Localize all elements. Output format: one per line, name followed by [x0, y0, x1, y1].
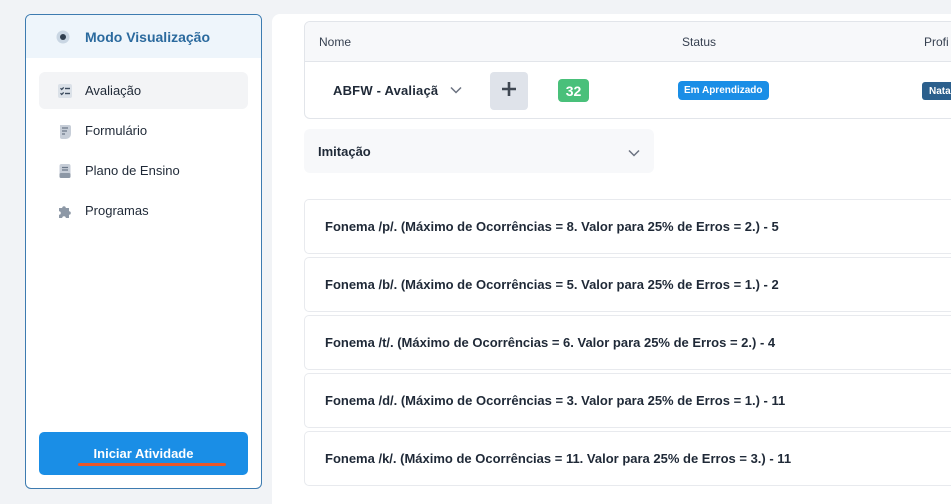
section-title: Imitação: [318, 143, 371, 159]
program-table: Nome Status Profi ABFW - Avaliaçã 32 Em …: [304, 21, 951, 119]
view-mode-title: Modo Visualização: [85, 28, 210, 45]
list-item[interactable]: Fonema /p/. (Máximo de Ocorrências = 8. …: [304, 199, 951, 254]
list-item[interactable]: Fonema /k/. (Máximo de Ocorrências = 11.…: [304, 431, 951, 486]
list-item[interactable]: Fonema /t/. (Máximo de Ocorrências = 6. …: [304, 315, 951, 370]
sidebar-item-formulario[interactable]: Formulário: [39, 112, 248, 149]
list-item-text: Fonema /b/. (Máximo de Ocorrências = 5. …: [325, 277, 779, 292]
form-icon: [56, 122, 74, 140]
list-item-text: Fonema /p/. (Máximo de Ocorrências = 8. …: [325, 219, 779, 234]
focus-underline: [78, 463, 226, 466]
puzzle-icon: [56, 202, 74, 220]
sidebar-item-label: Plano de Ensino: [85, 163, 180, 178]
table-header: Nome Status Profi: [305, 22, 951, 62]
start-activity-button[interactable]: Iniciar Atividade: [39, 432, 248, 475]
column-header-nome: Nome: [319, 35, 352, 49]
table-row: ABFW - Avaliaçã 32 Em Aprendizado Nata: [305, 62, 951, 118]
list-item[interactable]: Fonema /b/. (Máximo de Ocorrências = 5. …: [304, 257, 951, 312]
program-select[interactable]: ABFW - Avaliaçã: [333, 81, 462, 99]
view-mode-header[interactable]: Modo Visualização: [26, 15, 261, 58]
chevron-down-icon: [450, 81, 462, 99]
proficiency-badge: Nata: [922, 82, 951, 100]
sidebar-item-label: Formulário: [85, 123, 148, 138]
sidebar-item-programas[interactable]: Programas: [39, 192, 248, 229]
program-select-value: ABFW - Avaliaçã: [333, 82, 439, 98]
sidebar-item-label: Programas: [85, 203, 149, 218]
count-badge: 32: [558, 79, 589, 102]
phoneme-list: Fonema /p/. (Máximo de Ocorrências = 8. …: [304, 199, 951, 489]
sidebar-item-plano-de-ensino[interactable]: Plano de Ensino: [39, 152, 248, 189]
list-item-text: Fonema /d/. (Máximo de Ocorrências = 3. …: [325, 393, 786, 408]
document-icon: [56, 162, 74, 180]
sidebar-item-avaliacao[interactable]: Avaliação: [39, 72, 248, 109]
plus-icon: [501, 81, 517, 102]
section-accordion-imitacao[interactable]: Imitação: [304, 129, 654, 173]
column-header-proficiency: Profi: [924, 35, 949, 49]
sidebar: Modo Visualização Avaliação Formulário P…: [25, 14, 262, 489]
list-item-text: Fonema /t/. (Máximo de Ocorrências = 6. …: [325, 335, 776, 350]
list-item[interactable]: Fonema /d/. (Máximo de Ocorrências = 3. …: [304, 373, 951, 428]
sidebar-item-label: Avaliação: [85, 83, 142, 98]
column-header-status: Status: [682, 35, 717, 49]
checklist-icon: [56, 82, 74, 100]
status-badge: Em Aprendizado: [678, 81, 769, 100]
add-button[interactable]: [490, 72, 528, 110]
list-item-text: Fonema /k/. (Máximo de Ocorrências = 11.…: [325, 451, 792, 466]
main-panel: Nome Status Profi ABFW - Avaliaçã 32 Em …: [272, 14, 951, 504]
eye-icon: [54, 28, 72, 46]
start-activity-label: Iniciar Atividade: [93, 446, 194, 461]
chevron-down-icon: [628, 144, 640, 162]
